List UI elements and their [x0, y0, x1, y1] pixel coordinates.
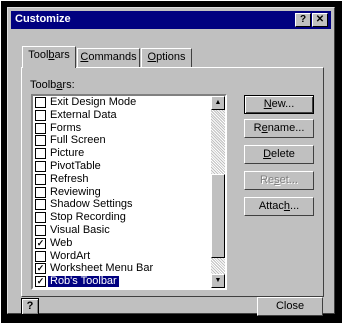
list-item[interactable]: Full Screen — [35, 134, 210, 147]
toolbars-panel: Toolbars: ▲ ▼ Exit Design Mode External D… — [21, 67, 324, 297]
list-scrollbar[interactable]: ▲ ▼ — [211, 96, 225, 288]
list-item-label: Picture — [50, 147, 85, 160]
list-item[interactable]: Picture — [35, 147, 210, 160]
list-item[interactable]: External Data — [35, 108, 210, 121]
rename-button[interactable]: Rename... — [244, 119, 314, 138]
help-title-button[interactable]: ? — [295, 13, 311, 27]
toolbar-checkbox[interactable] — [35, 122, 46, 134]
list-item[interactable]: ✓ Web — [35, 236, 210, 249]
list-item[interactable]: Reviewing — [35, 185, 210, 198]
scroll-down-button[interactable]: ▼ — [211, 274, 225, 288]
tab-options-label-post: ptions — [156, 51, 186, 63]
customize-dialog: Customize ? ✕ Toolbars Commands Options … — [7, 7, 335, 316]
list-item-label: Full Screen — [50, 134, 106, 147]
title-bar: Customize ? ✕ — [11, 11, 331, 29]
list-item-label: Refresh — [50, 172, 89, 185]
toolbar-checkbox[interactable] — [35, 109, 46, 121]
window-title: Customize — [15, 13, 71, 25]
list-item-label: Stop Recording — [50, 211, 126, 224]
scroll-up-button[interactable]: ▲ — [211, 96, 225, 110]
list-item-label: Shadow Settings — [50, 198, 133, 211]
tab-toolbars-label-pre: Tool — [28, 49, 49, 61]
list-item[interactable]: Stop Recording — [35, 211, 210, 224]
toolbar-checkbox[interactable] — [35, 212, 46, 224]
new-button[interactable]: New... — [244, 95, 314, 114]
delete-button[interactable]: Delete — [244, 145, 314, 164]
delete-button-label-accel: D — [263, 148, 272, 160]
list-item[interactable]: Shadow Settings — [35, 198, 210, 211]
delete-button-label-post: elete — [271, 148, 295, 160]
list-item[interactable]: Exit Design Mode — [35, 97, 210, 108]
list-item[interactable]: Forms — [35, 121, 210, 134]
list-item-label: Visual Basic — [50, 224, 110, 236]
close-title-button[interactable]: ✕ — [312, 13, 328, 27]
close-button[interactable]: Close — [257, 297, 323, 316]
list-item-label: PivotTable — [50, 160, 101, 172]
toolbar-checkbox[interactable] — [35, 173, 46, 185]
list-item-label: Worksheet Menu Bar — [50, 262, 154, 275]
toolbar-checkbox[interactable] — [35, 225, 46, 236]
toolbars-list[interactable]: ▲ ▼ Exit Design Mode External Data Forms Fu… — [31, 94, 227, 290]
list-item[interactable]: ✓ Rob's Toolbar — [35, 275, 210, 288]
list-item[interactable]: Visual Basic — [35, 225, 210, 236]
toolbar-checkbox[interactable] — [35, 148, 46, 160]
toolbar-checkbox[interactable] — [35, 250, 46, 262]
rename-button-label-pre: R — [253, 122, 262, 134]
list-item[interactable]: Refresh — [35, 172, 210, 185]
list-item-label: Exit Design Mode — [50, 96, 137, 108]
attach-button-label-post: ... — [290, 200, 300, 212]
toolbar-checkbox[interactable]: ✓ — [35, 276, 46, 288]
new-button-label-accel: N — [263, 98, 272, 110]
toolbars-label-post: rs: — [62, 79, 75, 91]
toolbars-label: Toolbars: — [30, 79, 75, 91]
list-item-label: WordArt — [50, 249, 91, 262]
toolbar-checkbox[interactable]: ✓ — [35, 237, 46, 249]
tab-toolbars[interactable]: Toolbars — [22, 46, 76, 68]
tab-commands-label-post: ommands — [88, 51, 137, 63]
list-item[interactable]: WordArt — [35, 249, 210, 262]
list-item-label: Reviewing — [50, 185, 101, 198]
list-item-label: Forms — [50, 121, 82, 134]
scroll-thumb[interactable] — [211, 174, 225, 258]
reset-button-label-pre: Re — [260, 174, 275, 186]
new-button-label-post: ew... — [271, 98, 295, 110]
list-item[interactable]: PivotTable — [35, 161, 210, 172]
toolbar-checkbox[interactable]: ✓ — [35, 263, 46, 275]
toolbar-checkbox[interactable] — [35, 97, 46, 108]
toolbar-checkbox[interactable] — [35, 161, 46, 172]
toolbars-label-pre: Toolb — [30, 79, 57, 91]
attach-button[interactable]: Attach... — [244, 197, 314, 216]
tab-toolbars-label-post: ars — [54, 49, 70, 61]
list-item[interactable]: ✓ Worksheet Menu Bar — [35, 262, 210, 275]
toolbar-checkbox[interactable] — [35, 186, 46, 198]
toolbar-checkbox[interactable] — [35, 199, 46, 211]
toolbar-checkbox[interactable] — [35, 135, 46, 147]
list-item-label: External Data — [50, 108, 117, 121]
reset-button[interactable]: Reset... — [244, 171, 314, 190]
tab-options[interactable]: Options — [141, 48, 192, 67]
list-item-label: Web — [50, 236, 73, 249]
tab-commands[interactable]: Commands — [77, 48, 140, 67]
attach-button-label-pre: Attac — [258, 200, 284, 212]
tab-options-label-accel: O — [147, 51, 157, 63]
list-item-label: Rob's Toolbar — [48, 275, 119, 288]
reset-button-label-post: et... — [279, 174, 298, 186]
rename-button-label-post: name... — [267, 122, 305, 134]
help-icon[interactable]: ? — [21, 298, 39, 315]
